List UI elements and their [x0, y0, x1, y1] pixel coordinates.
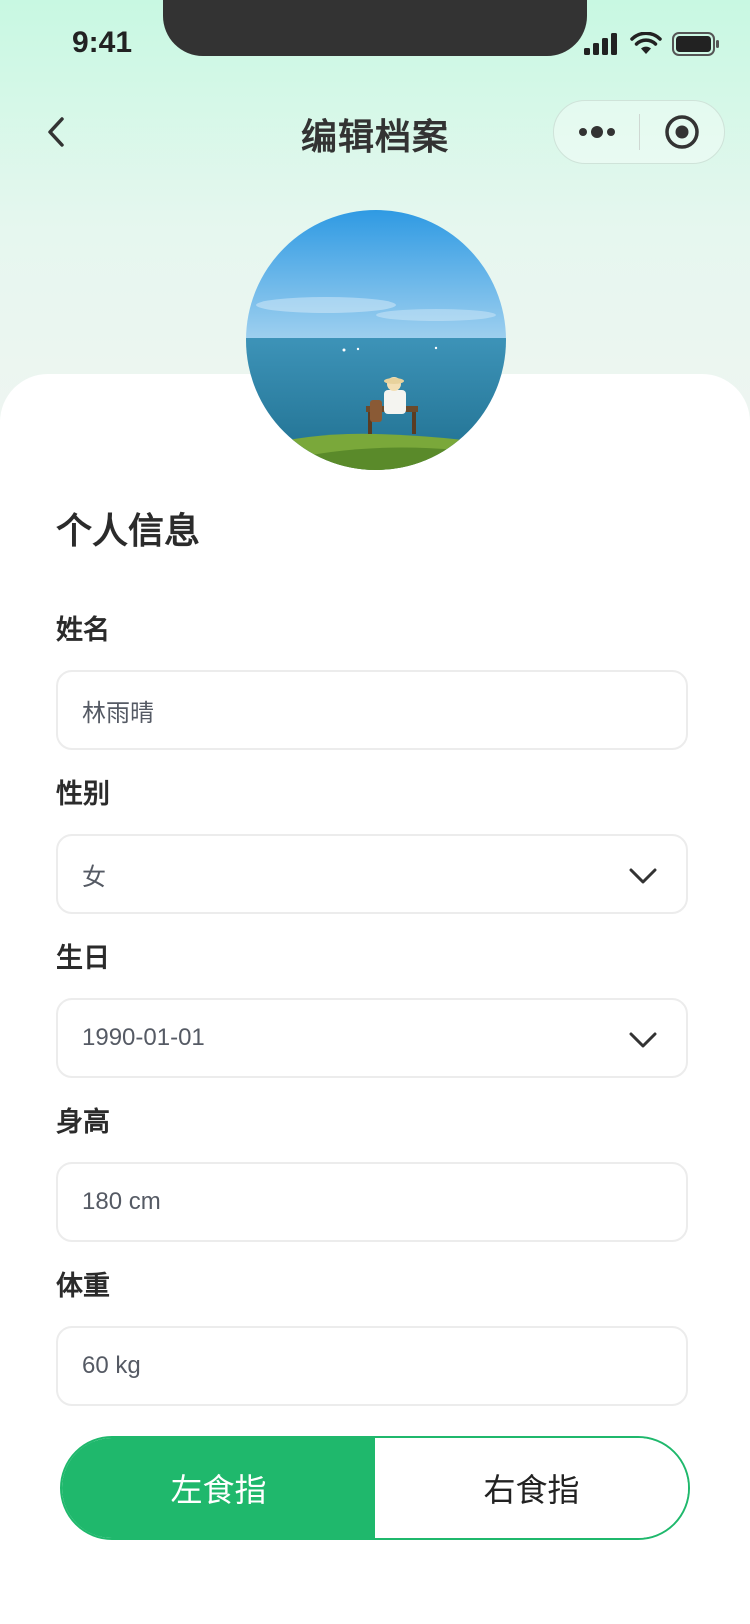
wifi-icon [630, 32, 662, 54]
status-bar: 9:41 [0, 0, 750, 90]
height-value: 180 cm [82, 1188, 161, 1215]
name-field[interactable]: 林雨晴 [56, 670, 688, 750]
height-field[interactable]: 180 cm [56, 1162, 688, 1242]
status-time: 9:41 [72, 26, 133, 59]
more-dots-icon [578, 126, 615, 138]
gender-select[interactable]: 女 [56, 834, 688, 914]
name-value: 林雨晴 [82, 699, 154, 727]
battery-icon [672, 32, 719, 56]
right-index-finger-option[interactable]: 右食指 [375, 1438, 688, 1538]
weight-field[interactable]: 60 kg [56, 1326, 688, 1406]
more-button[interactable] [554, 100, 639, 164]
close-button[interactable] [640, 100, 724, 164]
weight-label: 体重 [56, 1271, 110, 1302]
nav-bar: 编辑档案 [0, 96, 750, 168]
chevron-down-icon [629, 1032, 657, 1048]
gender-label: 性别 [56, 779, 110, 810]
chevron-down-icon [629, 868, 657, 884]
left-index-finger-option[interactable]: 左食指 [62, 1438, 375, 1538]
birthday-select[interactable]: 1990-01-01 [56, 998, 688, 1078]
status-icons [584, 32, 720, 56]
device-notch [163, 0, 587, 56]
gender-value: 女 [82, 863, 106, 891]
avatar-image [246, 210, 506, 470]
weight-value: 60 kg [82, 1352, 141, 1379]
section-title: 个人信息 [56, 511, 201, 552]
birthday-label: 生日 [56, 943, 110, 974]
birthday-value: 1990-01-01 [82, 1024, 205, 1051]
name-label: 姓名 [56, 615, 110, 646]
mini-program-capsule [553, 100, 725, 164]
signal-icon [584, 33, 617, 55]
avatar[interactable] [246, 210, 506, 470]
finger-toggle: 左食指 右食指 [60, 1436, 690, 1540]
height-label: 身高 [56, 1107, 110, 1138]
close-capsule-icon [665, 115, 699, 149]
